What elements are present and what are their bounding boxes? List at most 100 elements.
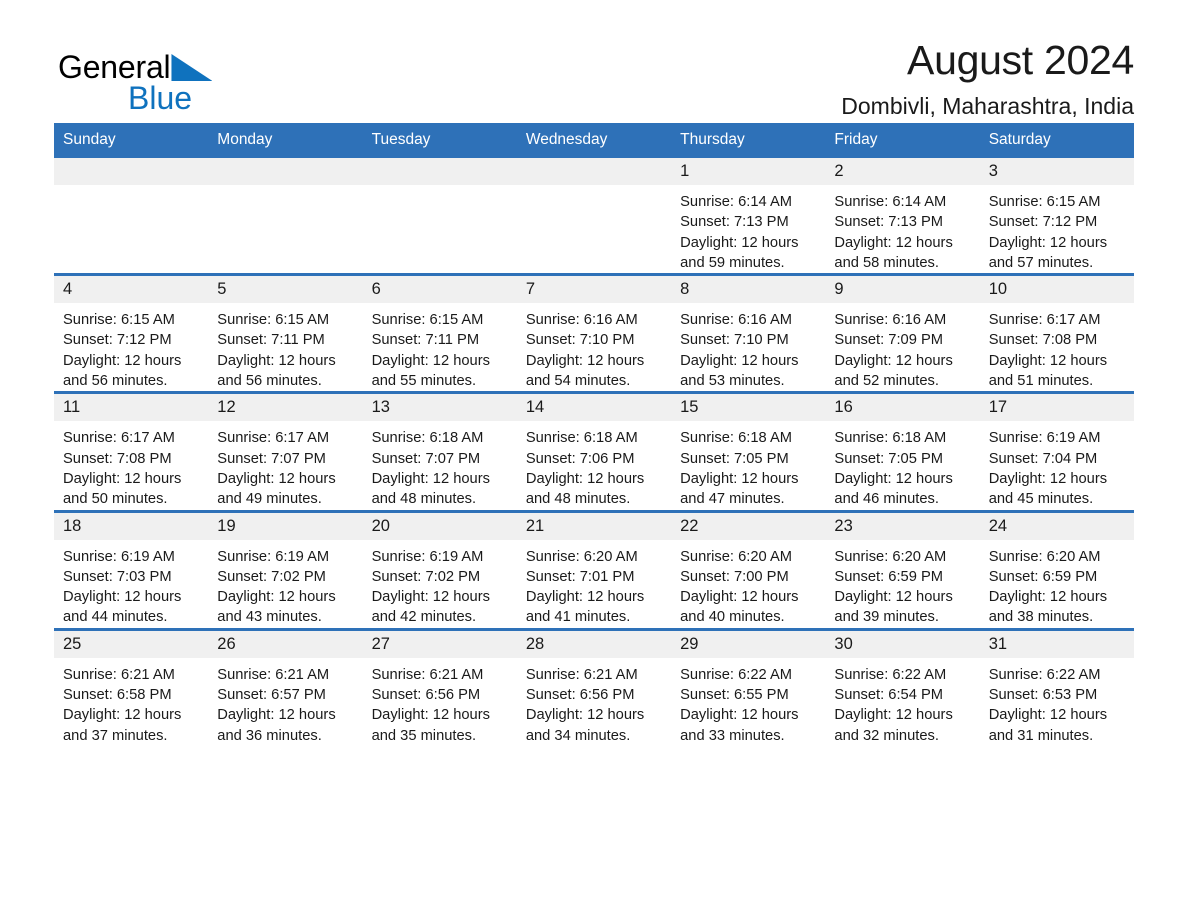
calendar-week-row: 4 Sunrise: 6:15 AM Sunset: 7:12 PM Daylight…	[54, 273, 1134, 393]
daylight-text-cont: and 54 minutes.	[525, 373, 631, 390]
sunrise-text: Sunrise: 6:22 AM	[988, 666, 1101, 683]
day-number: 8	[671, 276, 826, 304]
daylight-text-cont: and 35 minutes.	[371, 727, 477, 744]
daylight-text-cont: and 50 minutes.	[63, 491, 168, 508]
daylight-text-cont: and 56 minutes.	[63, 373, 168, 390]
day-details: Sunrise: 6:19 AM Sunset: 7:03 PM Daylight:…	[54, 540, 208, 628]
calendar-day-cell[interactable]: 4 Sunrise: 6:15 AM Sunset: 7:12 PM Daylight…	[54, 273, 209, 393]
day-details: Sunrise: 6:20 AM Sunset: 6:59 PM Daylight:…	[825, 540, 979, 628]
day-details: Sunrise: 6:17 AM Sunset: 7:07 PM Daylight:…	[208, 421, 362, 509]
day-details: Sunrise: 6:14 AM Sunset: 7:13 PM Daylight:…	[825, 185, 979, 273]
calendar-week-row: 11 Sunrise: 6:17 AM Sunset: 7:08 PM Dayligh…	[54, 391, 1134, 512]
calendar-day-cell[interactable]: 15 Sunrise: 6:18 AM Sunset: 7:05 PM Dayligh…	[671, 391, 826, 512]
calendar-day-cell[interactable]: 3 Sunrise: 6:15 AM Sunset: 7:12 PM Daylight…	[979, 158, 1134, 275]
calendar-day-cell[interactable]: 29 Sunrise: 6:22 AM Sunset: 6:55 PM Dayligh…	[671, 627, 826, 746]
calendar-day-cell[interactable]: 10 Sunrise: 6:17 AM Sunset: 7:08 PM Dayligh…	[979, 273, 1134, 393]
calendar-day-cell[interactable]: 11 Sunrise: 6:17 AM Sunset: 7:08 PM Dayligh…	[54, 391, 209, 512]
calendar-day-cell[interactable]: 22 Sunrise: 6:20 AM Sunset: 7:00 PM Dayligh…	[671, 509, 826, 630]
calendar-day-cell[interactable]: 26 Sunrise: 6:21 AM Sunset: 6:57 PM Dayligh…	[208, 627, 363, 746]
daylight-text-cont: and 51 minutes.	[988, 373, 1094, 390]
calendar-day-cell[interactable]: 23 Sunrise: 6:20 AM Sunset: 6:59 PM Dayligh…	[825, 509, 980, 630]
day-number: 28	[516, 630, 672, 658]
sunrise-text: Sunrise: 6:20 AM	[525, 548, 638, 565]
daylight-text-cont: and 57 minutes.	[988, 254, 1094, 271]
day-number: 22	[671, 512, 826, 540]
daylight-text-cont: and 48 minutes.	[525, 491, 631, 508]
weekday-header-saturday: Saturday	[979, 123, 1134, 158]
sunrise-text: Sunrise: 6:15 AM	[371, 312, 484, 329]
day-details: Sunrise: 6:15 AM Sunset: 7:11 PM Daylight:…	[363, 303, 517, 391]
calendar-day-cell[interactable]: 16 Sunrise: 6:18 AM Sunset: 7:05 PM Dayligh…	[825, 391, 980, 512]
daylight-text-cont: and 31 minutes.	[988, 727, 1094, 744]
calendar-day-cell[interactable]: 27 Sunrise: 6:21 AM Sunset: 6:56 PM Dayligh…	[362, 627, 517, 746]
calendar-day-cell[interactable]: 31 Sunrise: 6:22 AM Sunset: 6:53 PM Dayligh…	[979, 627, 1134, 746]
day-details: Sunrise: 6:18 AM Sunset: 7:05 PM Daylight:…	[825, 421, 979, 509]
calendar-day-cell[interactable]: 20 Sunrise: 6:19 AM Sunset: 7:02 PM Dayligh…	[362, 509, 517, 630]
daylight-text-cont: and 34 minutes.	[525, 727, 631, 744]
calendar-day-cell[interactable]: 8 Sunrise: 6:16 AM Sunset: 7:10 PM Daylight…	[671, 273, 826, 393]
daylight-text: Daylight: 12 hours	[63, 470, 182, 487]
day-details: Sunrise: 6:21 AM Sunset: 6:57 PM Daylight:…	[208, 658, 362, 746]
day-number	[516, 158, 672, 185]
sunrise-text: Sunrise: 6:20 AM	[680, 548, 792, 565]
daylight-text: Daylight: 12 hours	[834, 352, 953, 369]
calendar-day-cell[interactable]: 18 Sunrise: 6:19 AM Sunset: 7:03 PM Dayligh…	[54, 509, 209, 630]
calendar-day-cell[interactable]: 21 Sunrise: 6:20 AM Sunset: 7:01 PM Dayligh…	[516, 509, 672, 630]
day-number: 7	[516, 276, 672, 304]
daylight-text: Daylight: 12 hours	[834, 234, 953, 251]
daylight-text: Daylight: 12 hours	[217, 352, 336, 369]
day-number	[362, 158, 517, 185]
daylight-text: Daylight: 12 hours	[371, 470, 490, 487]
location-subtitle: Dombivli, Maharashtra, India	[841, 93, 1134, 119]
day-details: Sunrise: 6:17 AM Sunset: 7:08 PM Daylight:…	[980, 303, 1134, 391]
daylight-text: Daylight: 12 hours	[680, 470, 799, 487]
sunset-text: Sunset: 7:12 PM	[63, 332, 172, 349]
daylight-text: Daylight: 12 hours	[525, 707, 645, 724]
day-number: 16	[825, 394, 980, 422]
day-details: Sunrise: 6:15 AM Sunset: 7:12 PM Daylight:…	[980, 185, 1134, 273]
daylight-text: Daylight: 12 hours	[63, 707, 182, 724]
title-block: August 2024 Dombivli, Maharashtra, India	[841, 36, 1134, 120]
day-number: 19	[208, 512, 363, 540]
calendar-day-cell[interactable]: 14 Sunrise: 6:18 AM Sunset: 7:06 PM Dayligh…	[516, 391, 672, 512]
day-details: Sunrise: 6:16 AM Sunset: 7:10 PM Daylight:…	[671, 303, 825, 391]
day-number: 23	[825, 512, 980, 540]
calendar-day-cell[interactable]: 25 Sunrise: 6:21 AM Sunset: 6:58 PM Dayligh…	[54, 627, 209, 746]
calendar-day-cell[interactable]: 1 Sunrise: 6:14 AM Sunset: 7:13 PM Daylight…	[671, 158, 826, 275]
calendar-day-cell[interactable]: 19 Sunrise: 6:19 AM Sunset: 7:02 PM Dayligh…	[208, 509, 363, 630]
calendar-day-cell[interactable]: 28 Sunrise: 6:21 AM Sunset: 6:56 PM Dayligh…	[516, 627, 672, 746]
calendar-table: Sunday Monday Tuesday Wednesday Thursday…	[54, 123, 1134, 746]
calendar-day-cell[interactable]: 24 Sunrise: 6:20 AM Sunset: 6:59 PM Dayligh…	[979, 509, 1134, 630]
sunset-text: Sunset: 7:03 PM	[63, 568, 172, 585]
calendar-day-cell[interactable]: 5 Sunrise: 6:15 AM Sunset: 7:11 PM Daylight…	[208, 273, 363, 393]
daylight-text-cont: and 58 minutes.	[834, 254, 939, 271]
calendar-week-row: 1 Sunrise: 6:14 AM Sunset: 7:13 PM Daylight…	[54, 158, 1134, 275]
daylight-text: Daylight: 12 hours	[988, 470, 1108, 487]
sunrise-text: Sunrise: 6:18 AM	[680, 430, 792, 447]
sunrise-text: Sunrise: 6:17 AM	[217, 430, 330, 447]
calendar-day-cell[interactable]: 2 Sunrise: 6:14 AM Sunset: 7:13 PM Daylight…	[825, 158, 980, 275]
calendar-day-cell[interactable]: 7 Sunrise: 6:16 AM Sunset: 7:10 PM Daylight…	[516, 273, 672, 393]
day-details: Sunrise: 6:19 AM Sunset: 7:02 PM Daylight:…	[363, 540, 517, 628]
calendar-day-cell[interactable]: 9 Sunrise: 6:16 AM Sunset: 7:09 PM Daylight…	[825, 273, 980, 393]
day-number: 27	[362, 630, 517, 658]
sunset-text: Sunset: 6:56 PM	[371, 687, 481, 704]
calendar-day-cell[interactable]: 12 Sunrise: 6:17 AM Sunset: 7:07 PM Dayligh…	[208, 391, 363, 512]
calendar-day-cell[interactable]: 6 Sunrise: 6:15 AM Sunset: 7:11 PM Daylight…	[362, 273, 517, 393]
calendar-day-cell[interactable]: 17 Sunrise: 6:19 AM Sunset: 7:04 PM Dayligh…	[979, 391, 1134, 512]
day-number: 25	[54, 630, 209, 658]
daylight-text: Daylight: 12 hours	[680, 352, 799, 369]
day-number: 5	[208, 276, 363, 304]
calendar-day-cell[interactable]: 13 Sunrise: 6:18 AM Sunset: 7:07 PM Dayligh…	[362, 391, 517, 512]
daylight-text-cont: and 52 minutes.	[834, 373, 939, 390]
weekday-header-wednesday: Wednesday	[516, 123, 672, 158]
day-number: 2	[825, 158, 980, 185]
daylight-text: Daylight: 12 hours	[63, 589, 182, 606]
sunrise-text: Sunrise: 6:19 AM	[63, 548, 175, 565]
daylight-text-cont: and 59 minutes.	[680, 254, 785, 271]
sunset-text: Sunset: 7:10 PM	[680, 332, 789, 349]
calendar-day-cell[interactable]: 30 Sunrise: 6:22 AM Sunset: 6:54 PM Dayligh…	[825, 627, 980, 746]
generalblue-logo[interactable]: General Blue	[58, 50, 213, 115]
daylight-text-cont: and 40 minutes.	[680, 609, 785, 626]
day-details: Sunrise: 6:19 AM Sunset: 7:02 PM Daylight:…	[208, 540, 362, 628]
